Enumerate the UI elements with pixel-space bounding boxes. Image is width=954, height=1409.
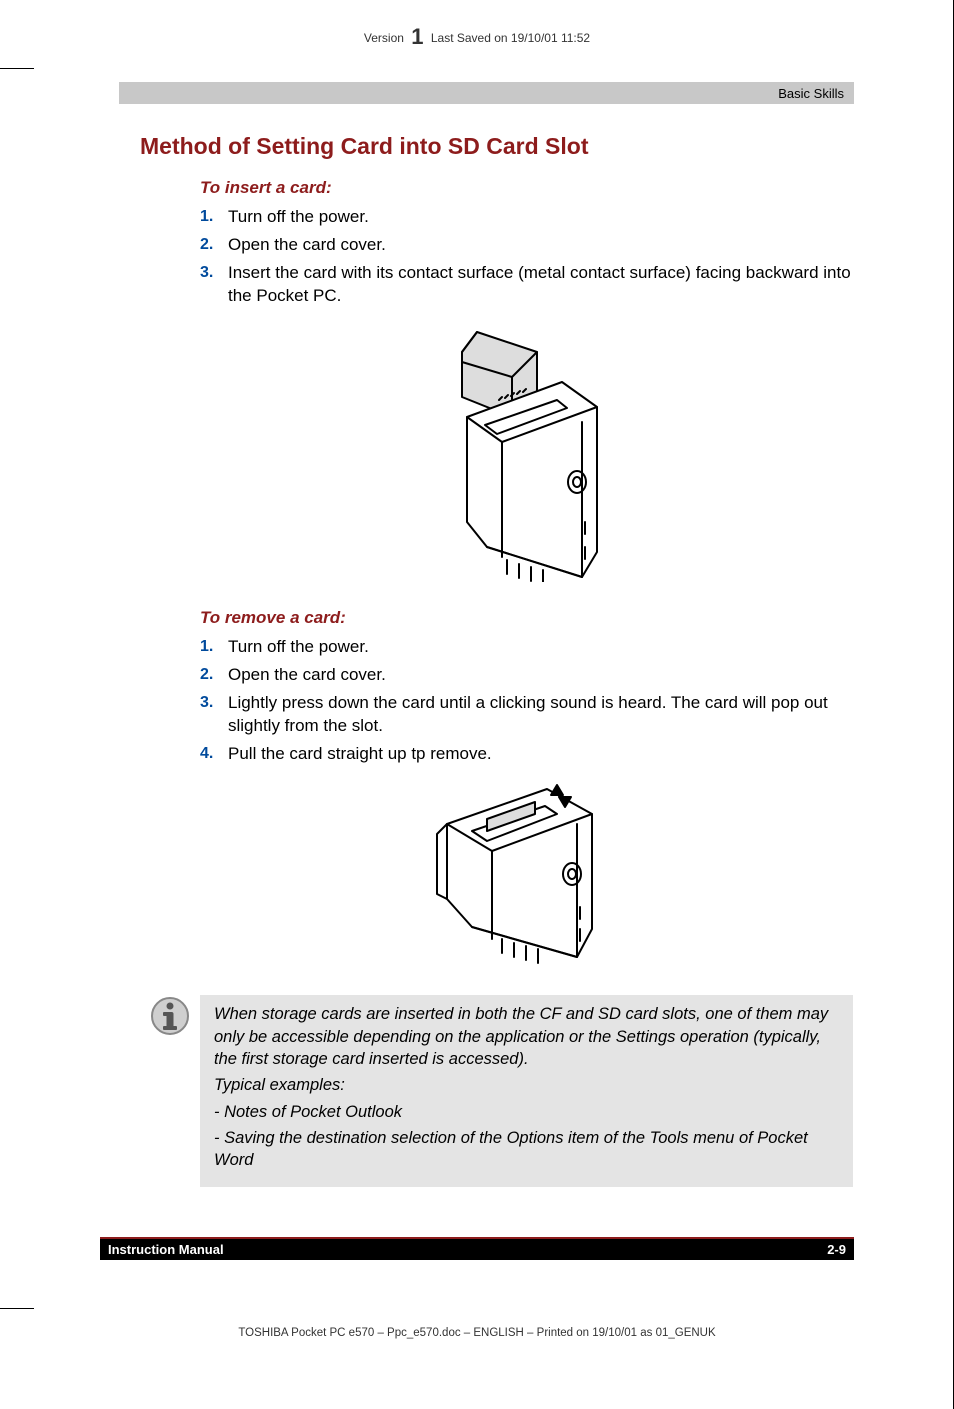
list-item: 1. Turn off the power. xyxy=(200,206,853,229)
version-number: 1 xyxy=(407,24,427,49)
remove-steps: 1. Turn off the power. 2. Open the card … xyxy=(200,636,853,766)
note-p3: - Notes of Pocket Outlook xyxy=(214,1101,839,1123)
crop-mark-bottom xyxy=(0,1308,34,1309)
step-text: Lightly press down the card until a clic… xyxy=(228,692,853,738)
step-number: 3. xyxy=(200,692,228,738)
step-number: 2. xyxy=(200,664,228,687)
crop-mark-top xyxy=(0,68,34,69)
bottom-meta: TOSHIBA Pocket PC e570 – Ppc_e570.doc – … xyxy=(0,1327,954,1339)
insert-figure xyxy=(180,322,853,582)
step-number: 1. xyxy=(200,206,228,229)
page: Version 1 Last Saved on 19/10/01 11:52 B… xyxy=(0,0,954,1409)
list-item: 2. Open the card cover. xyxy=(200,664,853,687)
list-item: 2. Open the card cover. xyxy=(200,234,853,257)
step-number: 3. xyxy=(200,262,228,308)
note-p4: - Saving the destination selection of th… xyxy=(214,1127,839,1172)
info-icon xyxy=(140,995,200,1187)
list-item: 3. Lightly press down the card until a c… xyxy=(200,692,853,738)
version-suffix: Last Saved on 19/10/01 11:52 xyxy=(431,31,590,45)
page-title: Method of Setting Card into SD Card Slot xyxy=(140,133,853,160)
note-p2: Typical examples: xyxy=(214,1074,839,1096)
note-p1: When storage cards are inserted in both … xyxy=(214,1003,839,1070)
section-name: Basic Skills xyxy=(778,86,844,101)
content: Method of Setting Card into SD Card Slot… xyxy=(140,133,853,1187)
section-header-bar: Basic Skills xyxy=(119,82,854,104)
sdcard-insert-illustration xyxy=(407,322,627,582)
step-number: 4. xyxy=(200,743,228,766)
step-text: Pull the card straight up tp remove. xyxy=(228,743,492,766)
list-item: 3. Insert the card with its contact surf… xyxy=(200,262,853,308)
footer-bar: Instruction Manual 2-9 xyxy=(100,1237,854,1260)
step-text: Turn off the power. xyxy=(228,206,369,229)
step-text: Insert the card with its contact surface… xyxy=(228,262,853,308)
version-line: Version 1 Last Saved on 19/10/01 11:52 xyxy=(0,24,954,50)
info-text: When storage cards are inserted in both … xyxy=(200,995,853,1187)
step-text: Open the card cover. xyxy=(228,234,386,257)
footer-right: 2-9 xyxy=(827,1242,846,1257)
step-text: Open the card cover. xyxy=(228,664,386,687)
footer-left: Instruction Manual xyxy=(108,1242,224,1257)
version-prefix: Version xyxy=(364,31,404,45)
insert-heading: To insert a card: xyxy=(200,178,853,198)
sdcard-remove-illustration xyxy=(417,779,617,969)
list-item: 4. Pull the card straight up tp remove. xyxy=(200,743,853,766)
step-number: 1. xyxy=(200,636,228,659)
remove-heading: To remove a card: xyxy=(200,608,853,628)
remove-figure xyxy=(180,779,853,969)
insert-steps: 1. Turn off the power. 2. Open the card … xyxy=(200,206,853,308)
list-item: 1. Turn off the power. xyxy=(200,636,853,659)
info-note: When storage cards are inserted in both … xyxy=(140,995,853,1187)
step-number: 2. xyxy=(200,234,228,257)
step-text: Turn off the power. xyxy=(228,636,369,659)
